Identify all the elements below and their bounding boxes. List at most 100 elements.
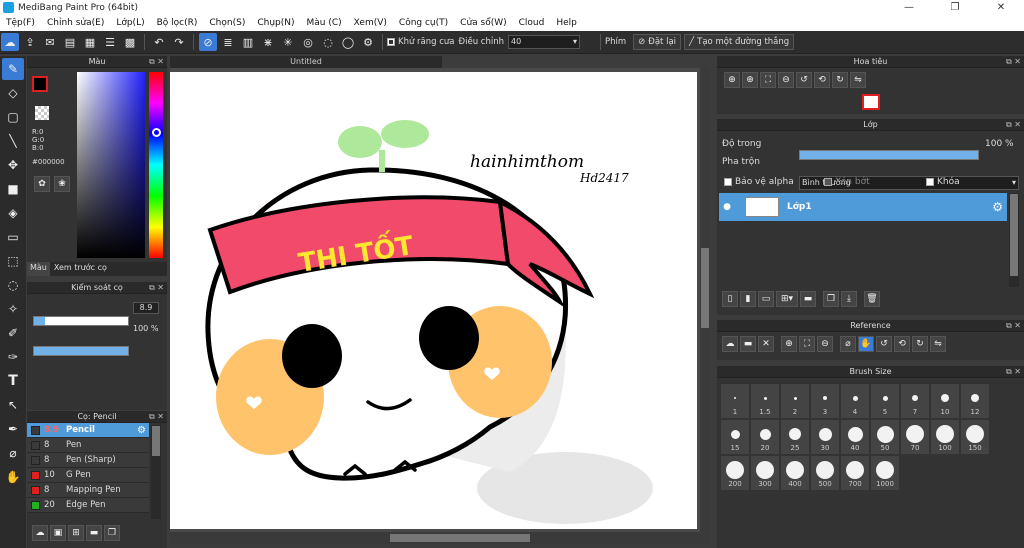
brush-size-preset[interactable]: 2 — [781, 384, 809, 418]
list-icon[interactable]: ☰ — [101, 33, 119, 51]
protect-alpha-option[interactable]: Bảo vệ alpha — [724, 177, 794, 187]
brush-size-preset[interactable]: 1 — [721, 384, 749, 418]
lock-option[interactable]: Khóa — [926, 177, 960, 187]
undo-icon[interactable]: ↶ — [150, 33, 168, 51]
new-layer-icon[interactable]: ▯ — [722, 291, 738, 307]
transparent-swatch[interactable] — [35, 106, 49, 120]
reference-fit-icon[interactable]: ⛶ — [799, 336, 815, 352]
reference-eyedropper-icon[interactable]: ⌀ — [840, 336, 856, 352]
brush-size-preset[interactable]: 10 — [931, 384, 959, 418]
brush-size-preset[interactable]: 100 — [931, 420, 959, 454]
brush-size-value[interactable]: 8.9 — [133, 302, 159, 314]
tab-brush-preview[interactable]: Xem trước cọ — [50, 262, 111, 276]
reference-folder-icon[interactable]: ▬ — [740, 336, 756, 352]
snap-off-icon[interactable]: ⊘ — [199, 33, 217, 51]
brush-size-preset[interactable]: 25 — [781, 420, 809, 454]
brush-item[interactable]: 8 Pen (Sharp) — [27, 453, 149, 468]
canvas-tab[interactable]: Untitled — [170, 56, 442, 68]
cloud-icon[interactable]: ☁ — [1, 33, 19, 51]
brush-add-icon[interactable]: ▣ — [50, 525, 66, 541]
menu-select[interactable]: Chọn(S) — [203, 18, 251, 28]
page-icon[interactable]: ▤ — [61, 33, 79, 51]
layer-settings-icon[interactable]: ⚙ — [992, 200, 1003, 214]
brush-settings-icon[interactable]: ⚙ — [137, 425, 146, 436]
brush-item[interactable]: 8 Mapping Pen — [27, 483, 149, 498]
reference-rotate-left-icon[interactable]: ↺ — [876, 336, 892, 352]
menu-capture[interactable]: Chụp(N) — [251, 18, 300, 28]
brush-item[interactable]: 8.9 Pencil ⚙ — [27, 423, 149, 438]
divide-tool-icon[interactable]: ✒ — [2, 418, 24, 440]
magic-wand-icon[interactable]: ✧ — [2, 298, 24, 320]
brush-size-preset[interactable]: 3 — [811, 384, 839, 418]
rect-tool-icon[interactable]: ▢ — [2, 106, 24, 128]
select-eraser-icon[interactable]: ✑ — [2, 346, 24, 368]
brush-new-icon[interactable]: ⊞ — [68, 525, 84, 541]
flip-icon[interactable]: ⇋ — [850, 72, 866, 88]
brush-list-scrollbar[interactable] — [151, 425, 161, 519]
panel-expand-icon[interactable]: ⧉ ✕ — [149, 411, 164, 423]
fit-icon[interactable]: ⛶ — [760, 72, 776, 88]
brush-size-preset[interactable]: 20 — [751, 420, 779, 454]
grid-icon[interactable]: ▩ — [121, 33, 139, 51]
scroll-thumb[interactable] — [152, 426, 160, 456]
adjust-dropdown[interactable]: 40 — [507, 35, 580, 49]
panel-expand-icon[interactable]: ⧉ ✕ — [1006, 320, 1021, 332]
panel-expand-icon[interactable]: ⧉ ✕ — [1006, 366, 1021, 378]
brush-size-preset[interactable]: 7 — [901, 384, 929, 418]
operation-tool-icon[interactable]: ↖ — [2, 394, 24, 416]
navigator-thumbnail[interactable] — [862, 94, 880, 110]
brush-size-preset[interactable]: 500 — [811, 456, 839, 490]
protect-alpha-checkbox[interactable] — [724, 178, 732, 186]
zoom-in-icon[interactable]: ⊕ — [724, 72, 740, 88]
reference-zoom-in-icon[interactable]: ⊕ — [781, 336, 797, 352]
brush-size-preset[interactable]: 5 — [871, 384, 899, 418]
merge-layer-icon[interactable]: ⤓ — [841, 291, 857, 307]
reference-zoom-out-icon[interactable]: ⊖ — [817, 336, 833, 352]
brush-size-preset[interactable]: 12 — [961, 384, 989, 418]
layer-list-scrollbar[interactable] — [1009, 193, 1019, 287]
new-layer-1bit-icon[interactable]: ▭ — [758, 291, 774, 307]
menu-window[interactable]: Cửa sổ(W) — [454, 18, 512, 28]
menu-help[interactable]: Help — [550, 18, 583, 28]
brush-cloud-icon[interactable]: ☁ — [32, 525, 48, 541]
reference-hand-icon[interactable]: ✋ — [858, 336, 874, 352]
restore-icon[interactable]: ❐ — [932, 0, 978, 15]
brush-size-slider[interactable] — [33, 316, 129, 326]
palette-add-icon[interactable]: ❀ — [54, 176, 70, 192]
parallel-snap-icon[interactable]: ≣ — [219, 33, 237, 51]
brush-item[interactable]: 8 Pen — [27, 438, 149, 453]
brush-size-preset[interactable]: 15 — [721, 420, 749, 454]
canvas-viewport[interactable]: THI TỐT hainhimthom Hd2417 — [170, 68, 710, 532]
brush-size-preset[interactable]: 4 — [841, 384, 869, 418]
menu-file[interactable]: Tệp(F) — [0, 18, 41, 28]
settings-icon[interactable]: ⚙ — [359, 33, 377, 51]
panel-expand-icon[interactable]: ⧉ ✕ — [1006, 119, 1021, 131]
redo-icon[interactable]: ↷ — [170, 33, 188, 51]
menu-color[interactable]: Màu (C) — [301, 18, 348, 28]
reference-rotate-right-icon[interactable]: ↻ — [912, 336, 928, 352]
zoom-out-icon[interactable]: ⊖ — [778, 72, 794, 88]
new-layer-8bit-icon[interactable]: ▮ — [740, 291, 756, 307]
reference-open-icon[interactable]: ☁ — [722, 336, 738, 352]
menu-edit[interactable]: Chỉnh sửa(E) — [41, 18, 110, 28]
menu-filter[interactable]: Bộ lọc(R) — [151, 18, 204, 28]
layer-row[interactable]: ● Lớp1 ⚙ — [719, 193, 1007, 221]
layer-folder-icon[interactable]: ▬ — [800, 291, 816, 307]
layer-opacity-slider[interactable] — [799, 150, 979, 160]
reset-button[interactable]: ⊘ Đặt lại — [633, 34, 682, 50]
curve-snap-icon[interactable]: ◌ — [319, 33, 337, 51]
brush-size-preset[interactable]: 300 — [751, 456, 779, 490]
brush-size-preset[interactable]: 50 — [871, 420, 899, 454]
add-layer-menu-icon[interactable]: ⊞▾ — [776, 291, 798, 307]
brush-size-preset[interactable]: 70 — [901, 420, 929, 454]
brush-folder-icon[interactable]: ▬ — [86, 525, 102, 541]
vanishing-snap-icon[interactable]: ⋇ — [259, 33, 277, 51]
comment-icon[interactable]: ✉ — [41, 33, 59, 51]
brush-size-preset[interactable]: 400 — [781, 456, 809, 490]
visibility-icon[interactable]: ● — [719, 202, 735, 212]
delete-layer-icon[interactable]: 🗑 — [864, 291, 880, 307]
panel-expand-icon[interactable]: ⧉ ✕ — [149, 282, 164, 294]
rotate-reset-icon[interactable]: ⟲ — [814, 72, 830, 88]
radial-snap-icon[interactable]: ✳ — [279, 33, 297, 51]
zoom-in-alt-icon[interactable]: ⊕ — [742, 72, 758, 88]
